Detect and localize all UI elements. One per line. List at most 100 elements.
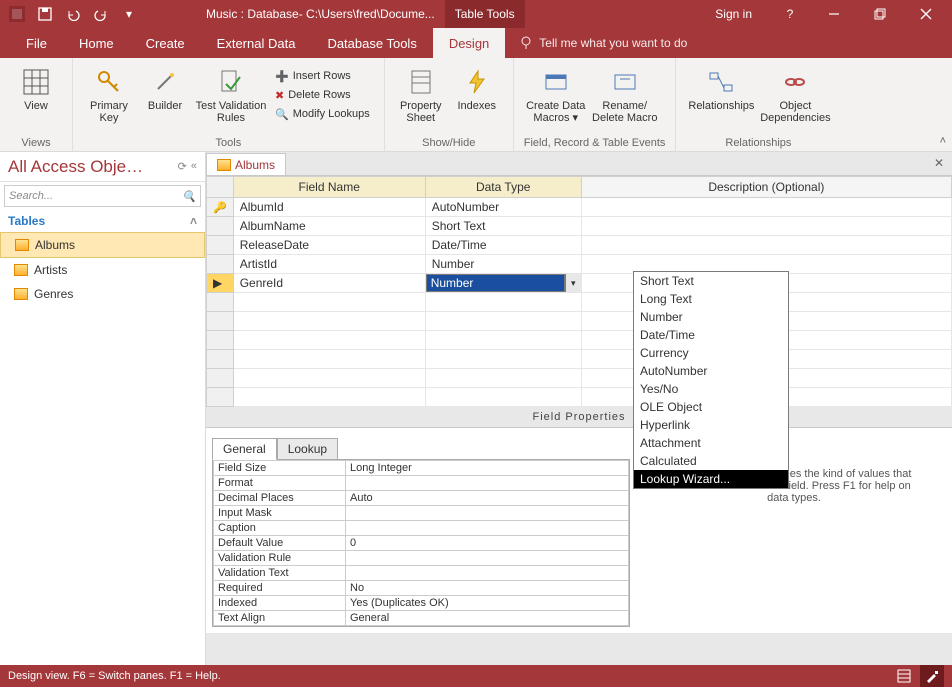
field-name-cell[interactable] [233,350,425,369]
ribbon-tab-home[interactable]: Home [63,28,130,58]
nav-header[interactable]: All Access Obje… ⟳« [0,152,205,182]
property-row[interactable]: RequiredNo [214,581,629,596]
ribbon-tab-database-tools[interactable]: Database Tools [311,28,432,58]
nav-group-tables[interactable]: Tables ˄ [0,210,205,232]
table-row[interactable] [207,293,952,312]
data-type-cell[interactable]: Number▾ [425,274,581,293]
description-cell[interactable] [581,236,951,255]
col-datatype[interactable]: Data Type [425,177,581,198]
table-row[interactable] [207,388,952,407]
table-row[interactable] [207,369,952,388]
row-selector[interactable] [207,217,234,236]
property-row[interactable]: Validation Text [214,566,629,581]
property-row[interactable]: Text AlignGeneral [214,611,629,626]
ribbon-tab-design[interactable]: Design [433,28,505,58]
field-name-cell[interactable]: ArtistId [233,255,425,274]
nav-item-albums[interactable]: Albums [0,232,205,258]
ribbon-tab-file[interactable]: File [10,28,63,58]
datatype-option[interactable]: Currency [634,344,788,362]
property-row[interactable]: Format [214,476,629,491]
dropdown-button[interactable]: ▾ [565,274,581,292]
field-name-cell[interactable] [233,369,425,388]
datatype-option[interactable]: Attachment [634,434,788,452]
test-validation-button[interactable]: Test Validation Rules [195,64,267,126]
property-value[interactable]: Long Integer [346,461,629,476]
row-selector[interactable] [207,388,234,407]
collapse-ribbon-icon[interactable]: ˄ [940,135,946,147]
data-type-cell[interactable]: Date/Time [425,236,581,255]
datatype-option[interactable]: Hyperlink [634,416,788,434]
property-row[interactable]: Validation Rule [214,551,629,566]
table-row[interactable] [207,331,952,350]
property-value[interactable] [346,506,629,521]
object-tab-albums[interactable]: Albums [206,153,286,175]
rename-delete-macro-button[interactable]: Rename/ Delete Macro [592,64,658,126]
prop-tab-general[interactable]: General [212,438,277,460]
table-row[interactable] [207,312,952,331]
data-type-cell[interactable] [425,350,581,369]
property-value[interactable]: Auto [346,491,629,506]
row-selector[interactable] [207,350,234,369]
data-type-cell[interactable]: Short Text [425,217,581,236]
close-button[interactable] [904,0,948,28]
row-selector[interactable] [207,369,234,388]
datatype-option[interactable]: Calculated [634,452,788,470]
app-icon[interactable] [4,0,30,28]
datatype-option[interactable]: Yes/No [634,380,788,398]
row-selector[interactable]: 🔑 [207,198,234,217]
property-value[interactable] [346,476,629,491]
datatype-option[interactable]: OLE Object [634,398,788,416]
table-row[interactable] [207,350,952,369]
prop-tab-lookup[interactable]: Lookup [277,438,338,460]
qat-undo-icon[interactable] [60,0,86,28]
create-data-macros-button[interactable]: Create Data Macros ▾ [524,64,588,126]
qat-redo-icon[interactable] [88,0,114,28]
restore-button[interactable] [858,0,902,28]
row-selector[interactable]: ▶ [207,274,234,293]
help-icon[interactable]: ? [770,7,810,21]
qat-save-icon[interactable] [32,0,58,28]
row-selector[interactable] [207,331,234,350]
object-dependencies-button[interactable]: Object Dependencies [760,64,830,126]
property-value[interactable] [346,521,629,536]
view-button[interactable]: View [10,64,62,114]
field-name-cell[interactable] [233,312,425,331]
datatype-option[interactable]: Long Text [634,290,788,308]
row-selector[interactable] [207,312,234,331]
field-name-cell[interactable]: AlbumId [233,198,425,217]
table-row[interactable]: ArtistIdNumber [207,255,952,274]
relationships-button[interactable]: Relationships [686,64,756,126]
table-row[interactable]: ▶GenreIdNumber▾ [207,274,952,293]
description-cell[interactable] [581,198,951,217]
datatype-option[interactable]: AutoNumber [634,362,788,380]
data-type-cell[interactable] [425,388,581,407]
description-cell[interactable] [581,217,951,236]
data-type-cell[interactable] [425,369,581,388]
datatype-dropdown[interactable]: Short TextLong TextNumberDate/TimeCurren… [633,271,789,489]
datatype-option[interactable]: Number [634,308,788,326]
tellme-search[interactable]: Tell me what you want to do [505,36,701,50]
row-selector[interactable] [207,293,234,312]
builder-button[interactable]: Builder [139,64,191,126]
row-selector[interactable] [207,236,234,255]
nav-refresh-icon[interactable]: ⟳ [178,160,187,173]
property-row[interactable]: Caption [214,521,629,536]
nav-search-input[interactable]: Search... 🔍 [4,185,201,207]
indexes-button[interactable]: Indexes [451,64,503,126]
field-name-cell[interactable] [233,331,425,350]
field-name-cell[interactable] [233,388,425,407]
data-type-cell[interactable] [425,293,581,312]
property-sheet-button[interactable]: Property Sheet [395,64,447,126]
qat-more-icon[interactable]: ▾ [116,0,142,28]
data-type-cell[interactable]: AutoNumber [425,198,581,217]
field-name-cell[interactable]: ReleaseDate [233,236,425,255]
insert-rows-button[interactable]: ➕Insert Rows [271,68,374,85]
data-type-cell[interactable]: Number [425,255,581,274]
property-value[interactable] [346,551,629,566]
property-row[interactable]: Field SizeLong Integer [214,461,629,476]
property-row[interactable]: Decimal PlacesAuto [214,491,629,506]
view-datasheet-icon[interactable] [892,665,916,687]
row-selector[interactable] [207,255,234,274]
data-type-cell[interactable] [425,331,581,350]
data-type-cell[interactable] [425,312,581,331]
